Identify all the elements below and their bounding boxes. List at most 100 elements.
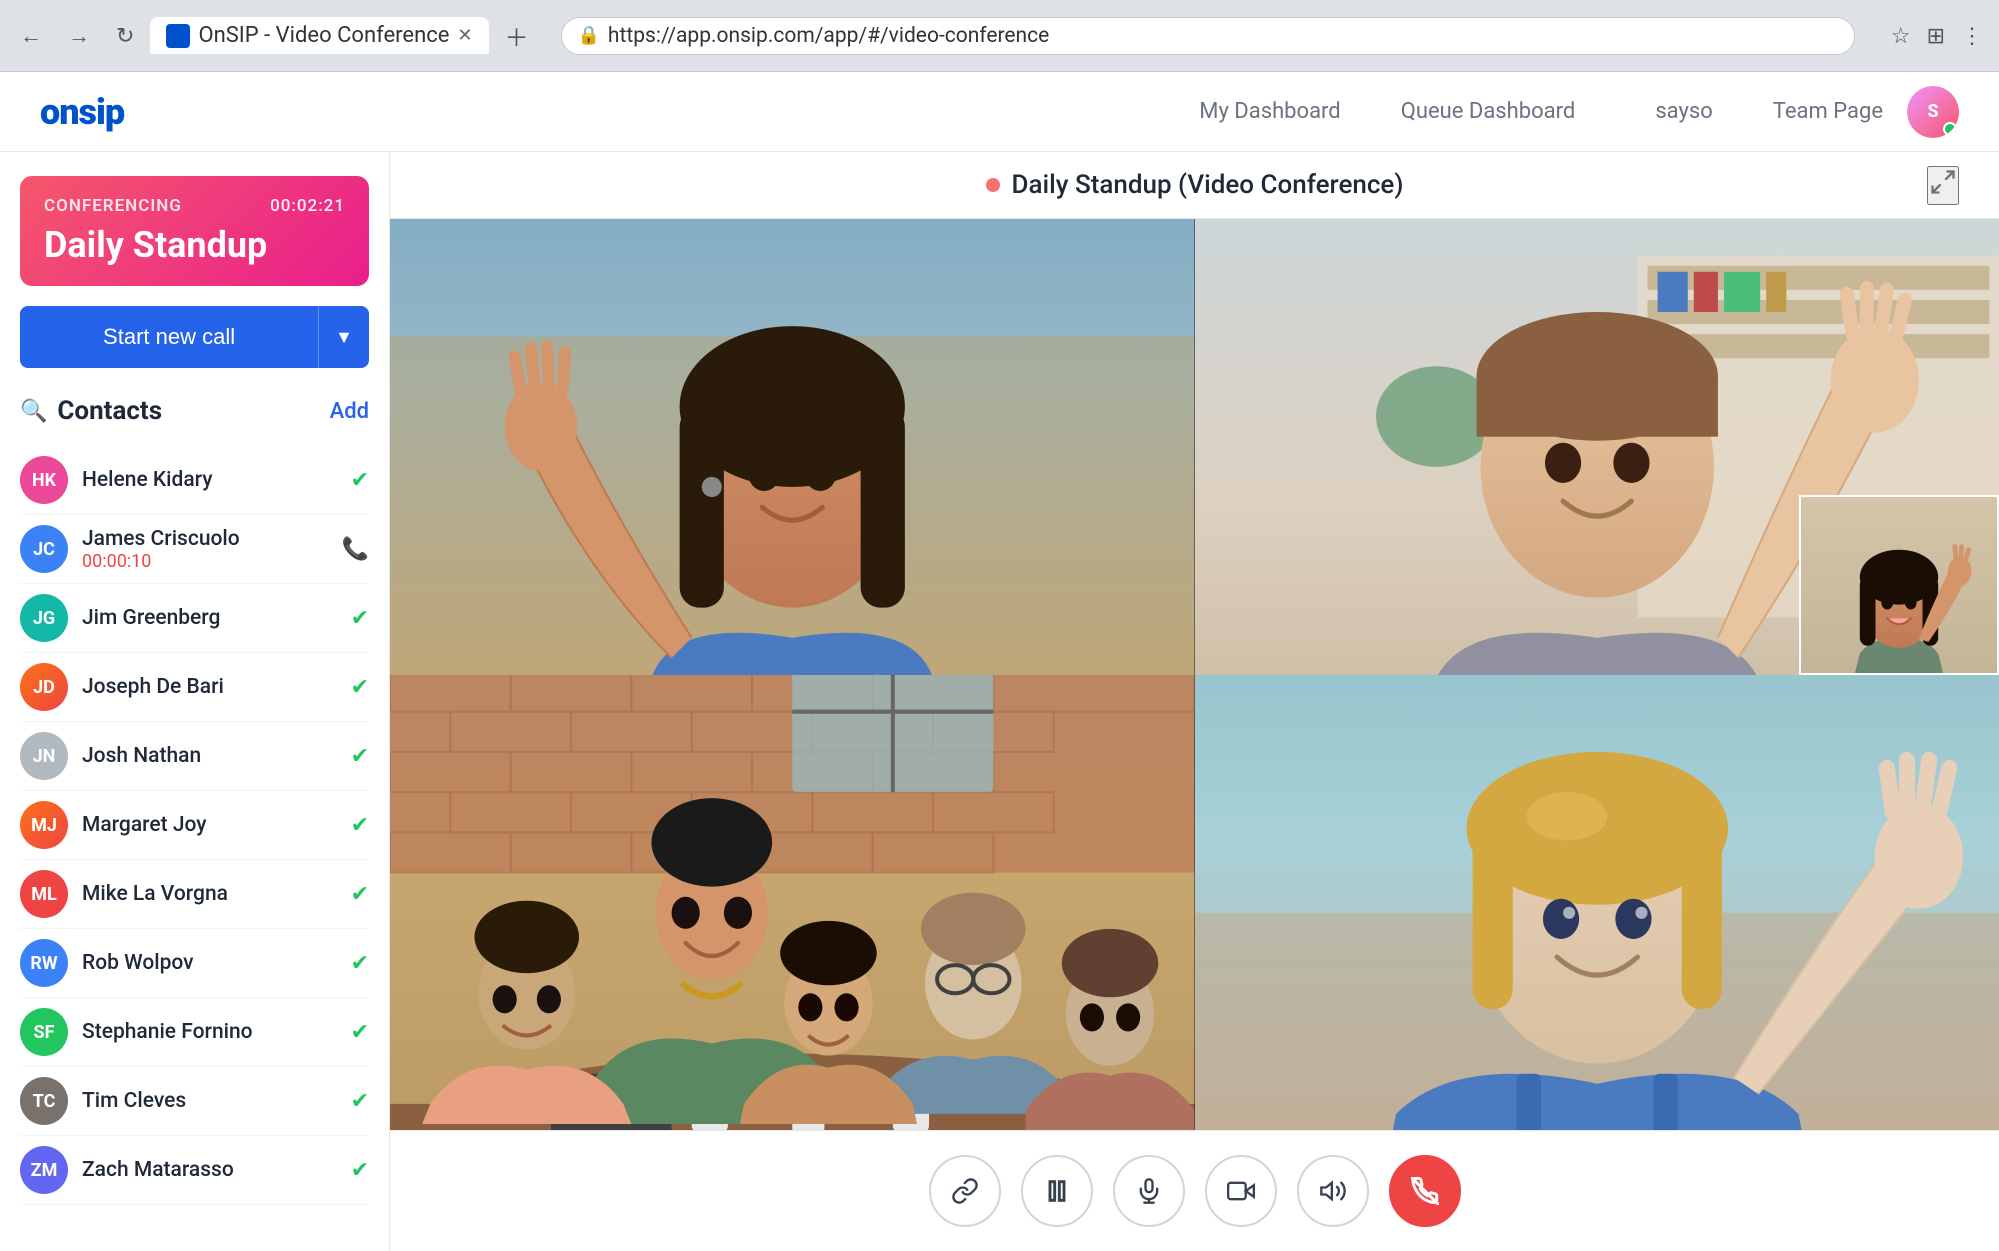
video-cell-2 xyxy=(1195,219,1999,675)
back-button[interactable]: ← xyxy=(12,19,50,53)
video-header: Daily Standup (Video Conference) xyxy=(390,152,1999,219)
status-icon: ✔ xyxy=(351,468,369,493)
contact-name: Jim Greenberg xyxy=(82,606,351,630)
contact-avatar: JD xyxy=(20,663,68,711)
menu-button[interactable]: ⋮ xyxy=(1957,19,1987,53)
contact-info: Margaret Joy xyxy=(82,813,351,837)
contact-item[interactable]: TC Tim Cleves ✔ xyxy=(20,1067,369,1136)
live-indicator xyxy=(986,178,1000,192)
contact-item[interactable]: SF Stephanie Fornino ✔ xyxy=(20,998,369,1067)
contacts-header: 🔍 Contacts Add xyxy=(20,396,369,426)
contact-avatar: RW xyxy=(20,939,68,987)
contact-avatar: JN xyxy=(20,732,68,780)
avatar[interactable]: S xyxy=(1907,86,1959,138)
conferencing-label-row: CONFERENCING 00:02:21 xyxy=(44,196,345,216)
browser-nav: ← → ↻ xyxy=(12,11,142,61)
start-call-container: Start new call ▼ xyxy=(20,306,369,368)
header-nav: My Dashboard Queue Dashboard sayso Team … xyxy=(1199,99,1883,124)
status-icon: ✔ xyxy=(351,1089,369,1114)
contact-avatar: TC xyxy=(20,1077,68,1125)
contact-avatar: JG xyxy=(20,594,68,642)
microphone-button[interactable] xyxy=(1113,1155,1185,1227)
pause-button[interactable] xyxy=(1021,1155,1093,1227)
camera-button[interactable] xyxy=(1205,1155,1277,1227)
conferencing-meeting-name: Daily Standup xyxy=(44,224,345,266)
sidebar: CONFERENCING 00:02:21 Daily Standup Star… xyxy=(0,152,390,1251)
contact-name: Stephanie Fornino xyxy=(82,1020,351,1044)
contact-avatar: ZM xyxy=(20,1146,68,1194)
status-icon: ✔ xyxy=(351,675,369,700)
video-cell-3 xyxy=(390,675,1195,1131)
contact-item[interactable]: ML Mike La Vorgna ✔ xyxy=(20,860,369,929)
main-content: Daily Standup (Video Conference) xyxy=(390,152,1999,1251)
contact-name: Mike La Vorgna xyxy=(82,882,351,906)
extensions-button[interactable]: ⊞ xyxy=(1923,19,1949,53)
contact-info: James Criscuolo 00:00:10 xyxy=(82,527,342,572)
contact-item[interactable]: JC James Criscuolo 00:00:10 📞 xyxy=(20,515,369,584)
address-bar[interactable]: 🔒 https://app.onsip.com/app/#/video-conf… xyxy=(561,17,1855,55)
status-icon: ✔ xyxy=(351,606,369,631)
video-conference-title: Daily Standup (Video Conference) xyxy=(1012,170,1404,200)
status-icon: ✔ xyxy=(351,951,369,976)
refresh-button[interactable]: ↻ xyxy=(108,19,142,53)
browser-tab[interactable]: OnSIP - Video Conference ✕ xyxy=(150,17,488,54)
my-dashboard-link[interactable]: My Dashboard xyxy=(1199,99,1340,124)
contacts-list: HK Helene Kidary ✔ JC James Criscuolo 00… xyxy=(20,446,369,1205)
app-header: onsip My Dashboard Queue Dashboard sayso… xyxy=(0,72,1999,152)
contact-info: Tim Cleves xyxy=(82,1089,351,1113)
user-name[interactable]: sayso xyxy=(1655,99,1712,124)
contact-name: James Criscuolo xyxy=(82,527,342,551)
contact-avatar: ML xyxy=(20,870,68,918)
tab-title: OnSIP - Video Conference xyxy=(198,23,449,48)
contacts-title: Contacts xyxy=(57,396,329,426)
contact-call-duration: 00:00:10 xyxy=(82,551,342,572)
contact-name: Helene Kidary xyxy=(82,468,351,492)
add-contact-button[interactable]: Add xyxy=(330,399,369,424)
contact-name: Joseph De Bari xyxy=(82,675,351,699)
volume-button[interactable] xyxy=(1297,1155,1369,1227)
contact-info: Stephanie Fornino xyxy=(82,1020,351,1044)
contact-avatar: MJ xyxy=(20,801,68,849)
online-badge xyxy=(1943,122,1957,136)
tab-favicon xyxy=(166,24,190,48)
ssl-icon: 🔒 xyxy=(578,25,600,46)
forward-button[interactable]: → xyxy=(60,19,98,53)
contact-item[interactable]: JG Jim Greenberg ✔ xyxy=(20,584,369,653)
contact-name: Tim Cleves xyxy=(82,1089,351,1113)
contact-avatar: SF xyxy=(20,1008,68,1056)
contact-item[interactable]: RW Rob Wolpov ✔ xyxy=(20,929,369,998)
team-page-link[interactable]: Team Page xyxy=(1773,99,1883,124)
contact-info: Mike La Vorgna xyxy=(82,882,351,906)
browser-chrome: ← → ↻ OnSIP - Video Conference ✕ ＋ 🔒 htt… xyxy=(0,0,1999,72)
new-tab-button[interactable]: ＋ xyxy=(497,14,537,57)
url-text: https://app.onsip.com/app/#/video-confer… xyxy=(608,24,1049,48)
on-call-icon: 📞 xyxy=(342,537,369,562)
end-call-button[interactable] xyxy=(1389,1155,1461,1227)
search-icon: 🔍 xyxy=(20,399,47,424)
fullscreen-button[interactable] xyxy=(1927,166,1959,205)
app-body: CONFERENCING 00:02:21 Daily Standup Star… xyxy=(0,152,1999,1251)
contact-name: Zach Matarasso xyxy=(82,1158,351,1182)
contact-info: Rob Wolpov xyxy=(82,951,351,975)
contact-name: Margaret Joy xyxy=(82,813,351,837)
bookmark-button[interactable]: ☆ xyxy=(1887,19,1915,53)
contact-name: Josh Nathan xyxy=(82,744,351,768)
browser-actions: ☆ ⊞ ⋮ xyxy=(1887,19,1987,53)
contact-info: Helene Kidary xyxy=(82,468,351,492)
contact-item[interactable]: ZM Zach Matarasso ✔ xyxy=(20,1136,369,1205)
start-new-call-button[interactable]: Start new call xyxy=(20,306,318,368)
queue-dashboard-link[interactable]: Queue Dashboard xyxy=(1401,99,1576,124)
video-thumbnail xyxy=(1799,495,1999,675)
status-icon: ✔ xyxy=(351,744,369,769)
contact-item[interactable]: JN Josh Nathan ✔ xyxy=(20,722,369,791)
contact-item[interactable]: MJ Margaret Joy ✔ xyxy=(20,791,369,860)
tab-close-button[interactable]: ✕ xyxy=(457,25,472,46)
start-call-dropdown-button[interactable]: ▼ xyxy=(318,306,369,368)
contact-item[interactable]: JD Joseph De Bari ✔ xyxy=(20,653,369,722)
link-button[interactable] xyxy=(929,1155,1001,1227)
contact-name: Rob Wolpov xyxy=(82,951,351,975)
video-grid xyxy=(390,219,1999,1130)
contact-item[interactable]: HK Helene Kidary ✔ xyxy=(20,446,369,515)
call-controls xyxy=(390,1130,1999,1251)
video-cell-4 xyxy=(1195,675,1999,1131)
